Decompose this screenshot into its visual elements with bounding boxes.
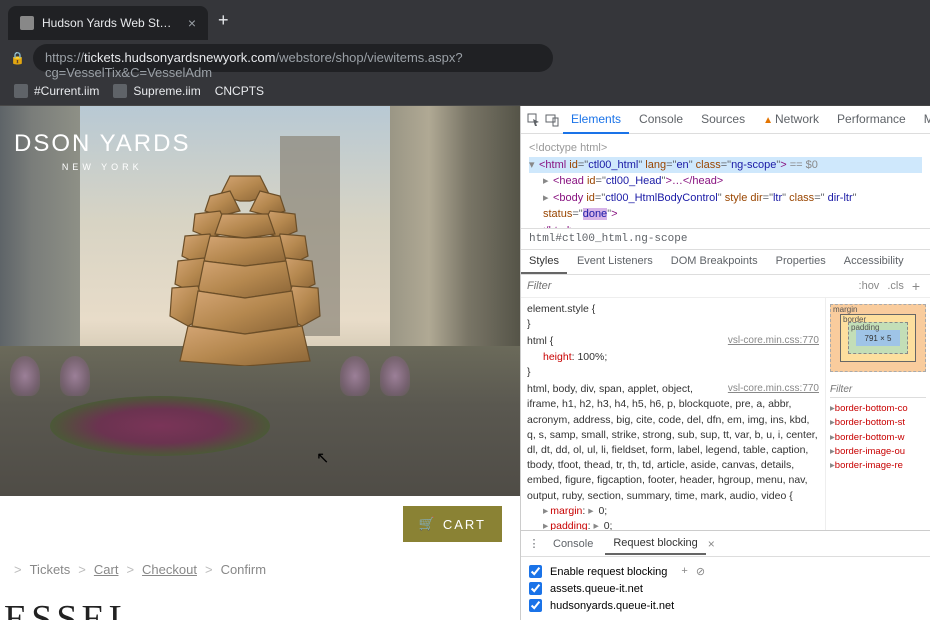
drawer-tab-console[interactable]: Console [545, 534, 601, 554]
hero-image: DSON YARDS NEW YORK ↖ [0, 106, 520, 496]
devtools-tab-sources[interactable]: Sources [693, 106, 753, 134]
styles-filter-input[interactable] [527, 277, 855, 295]
cart-label: CART [443, 517, 486, 532]
bookmark-label: Supreme.iim [133, 84, 200, 98]
url-scheme: https:// [45, 50, 84, 65]
block-pattern-label: hudsonyards.queue-it.net [550, 600, 674, 612]
address-bar: 🔒 https://tickets.hudsonyardsnewyork.com… [0, 40, 930, 76]
devtools-tab-network[interactable]: ▲Network [755, 106, 827, 134]
block-pattern-checkbox[interactable] [529, 582, 542, 595]
tab-close-icon[interactable]: × [188, 15, 196, 31]
bookmark-label: CNCPTS [215, 84, 264, 98]
new-style-rule-icon[interactable]: + [908, 278, 924, 294]
bookmark-item[interactable]: CNCPTS [215, 84, 264, 98]
hov-toggle[interactable]: :hov [855, 280, 884, 292]
tab-favicon [20, 16, 34, 30]
cart-button[interactable]: 🛒 CART [403, 506, 502, 542]
styles-subtabs: Styles Event Listeners DOM Breakpoints P… [521, 250, 930, 275]
styles-sidebar: 791 × 5 margin border padding ▸border-bo… [825, 298, 930, 530]
breadcrumb-item[interactable]: Checkout [142, 562, 197, 577]
css-source-link[interactable]: vsl-core.min.css:770 [728, 334, 819, 349]
dom-tree[interactable]: <!doctype html> ▾<html id="ctl00_html" l… [521, 134, 930, 228]
block-pattern-label: assets.queue-it.net [550, 583, 643, 595]
lock-icon[interactable]: 🔒 [10, 51, 25, 65]
url-input[interactable]: https://tickets.hudsonyardsnewyork.com/w… [33, 44, 553, 72]
css-rules[interactable]: element.style {} vsl-core.min.css:770htm… [521, 298, 825, 530]
inspect-icon[interactable] [527, 113, 541, 127]
block-pattern-row[interactable]: hudsonyards.queue-it.net [529, 597, 922, 614]
box-model-margin-label: margin [833, 305, 857, 314]
breadcrumb-sep: > [14, 562, 22, 577]
devtools-tab-elements[interactable]: Elements [563, 106, 629, 134]
dom-node-body[interactable]: ▸<body id="ctl00_HtmlBodyControl" style … [529, 190, 922, 223]
add-pattern-icon[interactable]: + [681, 565, 687, 578]
device-icon[interactable] [545, 113, 559, 127]
dom-breadcrumb[interactable]: html#ctl00_html.ng-scope [521, 228, 930, 250]
clear-patterns-icon[interactable]: ⊘ [696, 565, 705, 578]
page-content: DSON YARDS NEW YORK ↖ 🛒 CART > Tickets >… [0, 106, 520, 620]
bookmark-icon [113, 84, 127, 98]
breadcrumb-item[interactable]: Confirm [221, 562, 267, 577]
styles-filter-row: :hov .cls + [521, 275, 930, 298]
subtab-dom-breakpoints[interactable]: DOM Breakpoints [663, 250, 766, 274]
bookmark-icon [14, 84, 28, 98]
devtools-tab-memory[interactable]: Memory [916, 106, 930, 134]
block-pattern-checkbox[interactable] [529, 599, 542, 612]
breadcrumb: > Tickets > Cart > Checkout > Confirm [0, 552, 520, 587]
css-source-link[interactable]: vsl-core.min.css:770 [728, 382, 819, 397]
devtools-drawer: ⋮ Console Request blocking × Enable requ… [521, 530, 930, 620]
dom-doctype: <!doctype html> [529, 140, 922, 157]
devtools-tab-performance[interactable]: Performance [829, 106, 914, 134]
devtools-panel: Elements Console Sources ▲Network Perfor… [520, 106, 930, 620]
site-logo[interactable]: DSON YARDS NEW YORK [14, 130, 190, 172]
bookmarks-bar: #Current.iim Supreme.iim CNCPTS [0, 76, 930, 106]
bookmark-label: #Current.iim [34, 84, 99, 98]
dom-node-head[interactable]: ▸<head id="ctl00_Head">…</head> [529, 173, 922, 190]
warning-icon: ▲ [763, 115, 773, 126]
breadcrumb-item[interactable]: Cart [94, 562, 119, 577]
block-pattern-row[interactable]: assets.queue-it.net [529, 580, 922, 597]
computed-properties[interactable]: ▸border-bottom-co ▸border-bottom-st ▸bor… [830, 402, 926, 473]
bookmark-item[interactable]: #Current.iim [14, 84, 99, 98]
tab-title: Hudson Yards Web Store :: Tic [42, 16, 176, 30]
logo-main: DSON YARDS [14, 130, 190, 158]
browser-tab-strip: Hudson Yards Web Store :: Tic × + [0, 0, 930, 40]
breadcrumb-sep: > [126, 562, 134, 577]
subtab-properties[interactable]: Properties [768, 250, 834, 274]
logo-sub: NEW YORK [14, 162, 190, 172]
drawer-tab-close-icon[interactable]: × [708, 537, 715, 551]
enable-blocking-row: Enable request blocking + ⊘ [529, 563, 922, 580]
subtab-styles[interactable]: Styles [521, 250, 567, 274]
enable-blocking-checkbox[interactable] [529, 565, 542, 578]
cursor-icon: ↖ [316, 448, 329, 468]
drawer-menu-icon[interactable]: ⋮ [527, 537, 541, 551]
dom-node-html[interactable]: ▾<html id="ctl00_html" lang="en" class="… [529, 157, 922, 174]
new-tab-button[interactable]: + [208, 10, 239, 31]
browser-tab[interactable]: Hudson Yards Web Store :: Tic × [8, 6, 208, 40]
enable-blocking-label: Enable request blocking [550, 566, 667, 578]
breadcrumb-item[interactable]: Tickets [30, 562, 71, 577]
drawer-tab-request-blocking[interactable]: Request blocking [605, 533, 705, 555]
url-host: tickets.hudsonyardsnewyork.com [84, 50, 275, 65]
box-model-padding-label: padding [851, 323, 879, 332]
box-model-content: 791 × 5 [856, 330, 900, 346]
subtab-accessibility[interactable]: Accessibility [836, 250, 912, 274]
breadcrumb-sep: > [205, 562, 213, 577]
devtools-toolbar: Elements Console Sources ▲Network Perfor… [521, 106, 930, 134]
cls-toggle[interactable]: .cls [883, 280, 908, 292]
box-model[interactable]: 791 × 5 margin border padding [830, 304, 926, 372]
cart-icon: 🛒 [419, 516, 437, 532]
breadcrumb-sep: > [78, 562, 86, 577]
vessel-structure [160, 166, 330, 366]
page-title: ESSEL [0, 587, 520, 620]
devtools-tab-console[interactable]: Console [631, 106, 691, 134]
computed-filter-input[interactable] [830, 382, 926, 398]
subtab-event-listeners[interactable]: Event Listeners [569, 250, 661, 274]
bookmark-item[interactable]: Supreme.iim [113, 84, 200, 98]
